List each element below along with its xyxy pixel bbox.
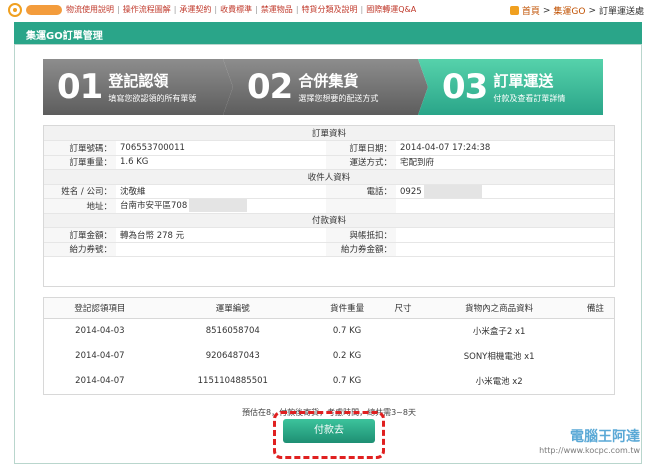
breadcrumb-home[interactable]: 首頁 — [522, 4, 540, 17]
step-3-active: 03 訂單運送付款及查看訂單詳情 — [418, 59, 603, 115]
address-cell: 台南市安平區708 — [116, 198, 326, 214]
weight-label: 訂單重量： — [44, 155, 116, 170]
step-2-title: 合併集貨 — [298, 72, 359, 90]
main-panel: 01 登記認領填寫您欲認領的所有單號 02 合併集貨選擇您想要的配送方式 03 … — [14, 44, 642, 464]
nav-link-fees[interactable]: 收費標準 — [220, 4, 252, 15]
step-2-subtitle: 選擇您想要的配送方式 — [298, 94, 379, 103]
top-nav: 物流使用說明 | 操作流程圖解 | 承運契約 | 收費標準 | 禁運物品 | 特貨分類及說… — [26, 4, 416, 15]
row-date: 2014-04-07 — [75, 375, 125, 386]
ship-method-value: 宅配到府 — [396, 155, 614, 170]
nav-link-flow[interactable]: 操作流程圖解 — [123, 4, 171, 15]
order-info-panel: 訂單資料 訂單號碼： 706553700011 訂單日期： 2014-04-07… — [43, 125, 615, 287]
order-no-value: 706553700011 — [116, 140, 326, 156]
page-title: 集運GO訂單管理 — [14, 22, 642, 44]
step-2-number: 02 — [247, 67, 293, 107]
deduct-value — [396, 227, 614, 243]
recipient-section-title: 收件人資料 — [44, 169, 614, 185]
redacted-link — [26, 4, 62, 15]
pay-button[interactable]: 付款去 — [283, 419, 375, 443]
site-logo-icon — [8, 3, 22, 17]
step-3-number: 03 — [442, 67, 488, 107]
col-header-size: 尺寸 — [384, 298, 422, 319]
nav-link-faq[interactable]: 國際轉運Q&A — [366, 4, 416, 15]
table-row: 2014-04-07 1151104885501 0.7 KG 小米電池 x2 — [44, 368, 614, 393]
step-progress: 01 登記認領填寫您欲認領的所有單號 02 合併集貨選擇您想要的配送方式 03 … — [43, 59, 613, 115]
nav-link-prohibited[interactable]: 禁運物品 — [261, 4, 293, 15]
breadcrumb-section[interactable]: 集運GO — [553, 4, 585, 17]
row-weight: 0.2 KG — [332, 350, 362, 361]
coupon-amount-value — [396, 242, 614, 257]
row-size — [384, 368, 421, 393]
ship-method-label: 運送方式： — [326, 155, 396, 170]
row-size — [384, 318, 421, 343]
row-note — [577, 318, 614, 343]
row-date: 2014-04-03 — [75, 325, 125, 336]
home-icon — [509, 6, 519, 15]
col-header-goods: 貨物內之商品資料 — [421, 298, 577, 319]
nav-link-special[interactable]: 特貨分類及說明 — [302, 4, 358, 15]
row-waybill: 1151104885501 — [197, 375, 268, 386]
phone-cell: 0925 — [396, 184, 614, 199]
watermark-url: http://www.kocpc.com.tw — [539, 446, 640, 455]
redacted-phone — [423, 184, 482, 198]
step-1-subtitle: 填寫您欲認領的所有單號 — [108, 94, 197, 103]
col-header-claim: 登記認領項目 — [44, 298, 156, 319]
row-goods: 小米電池 x2 — [475, 376, 523, 387]
order-date-label: 訂單日期： — [326, 140, 396, 156]
table-row: 2014-04-07 9206487043 0.2 KG SONY相機電池 x1 — [44, 343, 614, 368]
row-note — [577, 368, 614, 393]
col-header-waybill: 運單編號 — [155, 298, 310, 319]
address-value: 台南市安平區708 — [120, 201, 188, 212]
step-1-title: 登記認領 — [108, 72, 169, 90]
phone-label: 電話： — [326, 184, 396, 199]
amount-label: 訂單金額： — [44, 227, 116, 243]
address-label: 地址： — [44, 198, 116, 214]
order-section-title: 訂單資料 — [44, 126, 614, 141]
redacted-address — [189, 199, 248, 213]
row-note — [577, 343, 614, 368]
step-1: 01 登記認領填寫您欲認領的所有單號 — [43, 59, 233, 115]
row-weight: 0.7 KG — [332, 375, 362, 386]
order-no-label: 訂單號碼： — [44, 140, 116, 156]
table-row: 2014-04-03 8516058704 0.7 KG 小米盒子2 x1 — [44, 318, 614, 343]
phone-value: 0925 — [400, 186, 422, 197]
payment-section-title: 付款資料 — [44, 213, 614, 228]
row-size — [384, 343, 421, 368]
nav-link-usage[interactable]: 物流使用說明 — [66, 4, 114, 15]
coupon-label: 紿力券號： — [44, 242, 116, 257]
row-date: 2014-04-07 — [75, 350, 125, 361]
coupon-amount-label: 紿力券金額： — [326, 242, 396, 257]
order-date-value: 2014-04-07 17:24:38 — [396, 140, 614, 156]
step-3-title: 訂單運送 — [493, 72, 554, 90]
breadcrumb-current: 訂單運送處 — [598, 7, 644, 17]
deduct-label: 與帳抵扣： — [326, 227, 396, 243]
coupon-value — [116, 242, 326, 257]
row-weight: 0.7 KG — [332, 325, 362, 336]
breadcrumb: 首頁 > 集運GO > 訂單運送處 — [509, 4, 644, 17]
col-header-note: 備註 — [576, 298, 614, 319]
items-panel: 登記認領項目 運單編號 貨件重量 尺寸 貨物內之商品資料 備註 2014-04-… — [43, 297, 615, 395]
step-1-number: 01 — [57, 67, 103, 107]
row-goods: 小米盒子2 x1 — [472, 326, 526, 337]
name-label: 姓名 / 公司： — [44, 184, 116, 199]
nav-link-contract[interactable]: 承運契約 — [179, 4, 211, 15]
name-value: 沈敬維 — [116, 184, 326, 199]
top-bar: 物流使用說明 | 操作流程圖解 | 承運契約 | 收費標準 | 禁運物品 | 特貨分類及說… — [0, 0, 654, 20]
amount-value: 轉為台幣 278 元 — [116, 227, 326, 243]
step-2: 02 合併集貨選擇您想要的配送方式 — [223, 59, 428, 115]
watermark: 電腦王阿達 http://www.kocpc.com.tw — [539, 426, 640, 455]
step-3-subtitle: 付款及查看訂單詳情 — [493, 94, 566, 103]
weight-value: 1.6 KG — [116, 155, 326, 170]
col-header-weight: 貨件重量 — [309, 298, 385, 319]
row-goods: SONY相機電池 x1 — [463, 351, 535, 362]
row-waybill: 9206487043 — [205, 350, 260, 361]
row-waybill: 8516058704 — [205, 325, 260, 336]
watermark-name: 電腦王阿達 — [570, 429, 640, 445]
